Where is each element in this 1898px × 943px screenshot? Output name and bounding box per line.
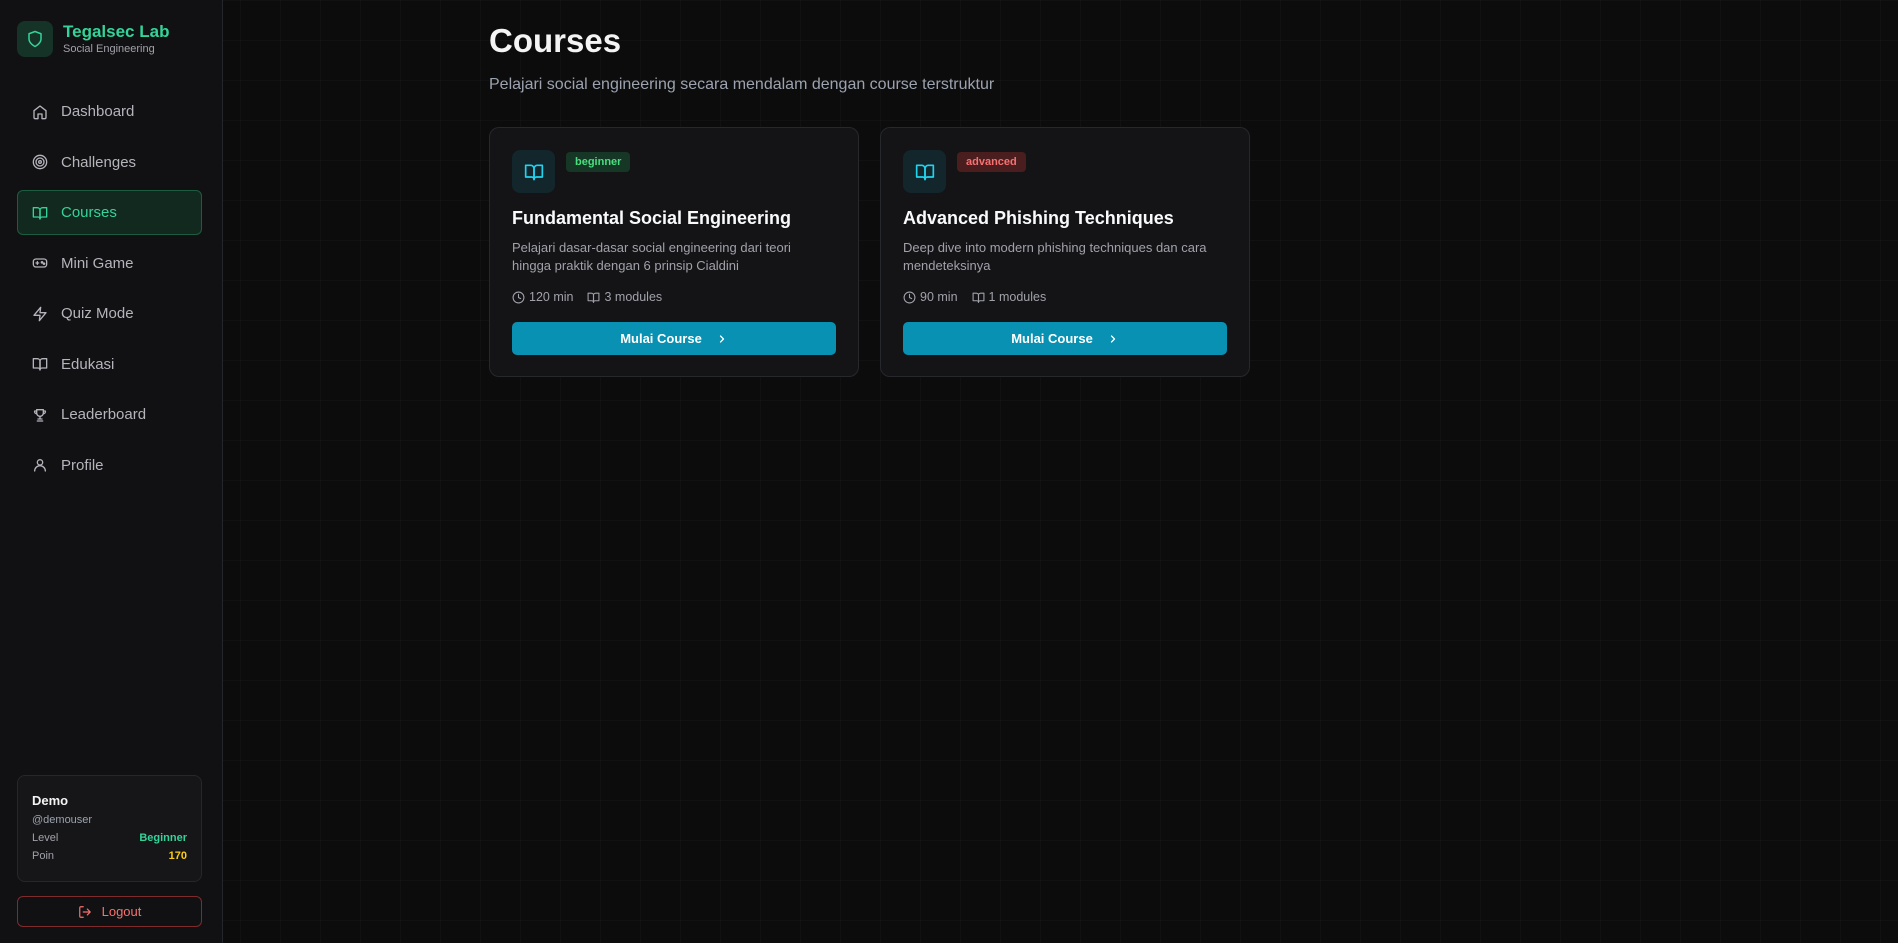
- brand-subtitle: Social Engineering: [63, 43, 155, 55]
- brand-title: Tegalsec Lab: [63, 22, 170, 41]
- book-open-icon: [972, 292, 984, 303]
- sidebar-item-label: Edukasi: [61, 355, 115, 373]
- course-meta: 90 min 1 modules: [903, 290, 1060, 304]
- sidebar-item-courses[interactable]: Courses: [17, 190, 202, 235]
- sidebar-item-label: Courses: [61, 204, 117, 221]
- user-icon: [34, 459, 46, 472]
- points-row: Poin 170: [32, 849, 187, 863]
- level-label: Level: [32, 832, 59, 844]
- course-card: beginner Fundamental Social Engineering …: [489, 127, 859, 377]
- course-title: Fundamental Social Engineering: [512, 208, 792, 228]
- book-open-icon: [588, 292, 600, 303]
- course-meta: 120 min 3 modules: [512, 290, 676, 304]
- modules-text: 3 modules: [604, 290, 663, 304]
- book-icon: [32, 358, 48, 371]
- sidebar-item-mini-game[interactable]: Mini Game: [17, 241, 202, 286]
- start-course-button[interactable]: Mulai Course: [903, 322, 1227, 355]
- brand[interactable]: Tegalsec Lab Social Engineering: [17, 21, 169, 57]
- modules: 1 modules: [972, 290, 1047, 304]
- duration: 120 min: [512, 290, 573, 304]
- points-label: Poin: [32, 850, 55, 862]
- sidebar-nav: Dashboard Challenges Courses Mini Game Q…: [17, 89, 202, 493]
- duration-text: 90 min: [920, 290, 958, 304]
- trophy-icon: [33, 408, 47, 422]
- user-handle: @demouser: [32, 814, 93, 826]
- sidebar-item-label: Mini Game: [61, 254, 134, 272]
- clock-icon: [903, 291, 916, 303]
- sidebar-item-dashboard[interactable]: Dashboard: [17, 89, 202, 134]
- course-description: Pelajari dasar-dasar social engineering …: [512, 240, 791, 273]
- start-course-button[interactable]: Mulai Course: [512, 322, 836, 355]
- page-title: Courses: [489, 22, 622, 59]
- level-row: Level Beginner: [32, 831, 187, 845]
- sidebar-item-challenges[interactable]: Challenges: [17, 140, 202, 185]
- sidebar-item-label: Quiz Mode: [61, 305, 134, 322]
- sidebar-item-label: Leaderboard: [61, 406, 147, 423]
- user-name: Demo: [32, 793, 69, 808]
- sidebar-item-leaderboard[interactable]: Leaderboard: [17, 392, 202, 437]
- chevron-right-icon: [1110, 334, 1115, 343]
- shield-icon: [17, 21, 53, 57]
- sidebar-item-edukasi[interactable]: Edukasi: [17, 342, 202, 387]
- target-icon: [32, 154, 48, 170]
- sidebar-item-label: Dashboard: [61, 103, 135, 120]
- start-course-label: Mulai Course: [620, 331, 702, 346]
- points-value: 170: [168, 850, 187, 862]
- course-description: Deep dive into modern phishing technique…: [903, 240, 1207, 273]
- duration: 90 min: [903, 290, 958, 304]
- difficulty-badge: beginner: [566, 152, 631, 172]
- duration-text: 120 min: [529, 290, 574, 304]
- book-open-icon: [32, 206, 48, 220]
- user-card: Demo @demouser Level Beginner Poin 170: [17, 775, 202, 882]
- gamepad-icon: [32, 258, 48, 268]
- logout-label: Logout: [101, 904, 142, 919]
- sidebar: Tegalsec Lab Social Engineering Dashboar…: [0, 0, 223, 943]
- chevron-right-icon: [719, 334, 724, 343]
- modules: 3 modules: [587, 290, 662, 304]
- sidebar-item-label: Profile: [61, 456, 104, 474]
- level-value: Beginner: [139, 832, 187, 844]
- home-icon: [33, 104, 47, 119]
- clock-icon: [512, 291, 525, 303]
- course-card: advanced Advanced Phishing Techniques De…: [880, 127, 1250, 377]
- book-open-icon: [903, 150, 946, 193]
- modules-text: 1 modules: [988, 290, 1047, 304]
- book-open-icon: [512, 150, 555, 193]
- sidebar-item-quiz-mode[interactable]: Quiz Mode: [17, 291, 202, 336]
- difficulty-badge: advanced: [957, 152, 1026, 172]
- course-title: Advanced Phishing Techniques: [903, 208, 1174, 228]
- logout-icon: [78, 905, 91, 918]
- start-course-label: Mulai Course: [1011, 331, 1093, 346]
- sidebar-item-label: Challenges: [61, 153, 137, 171]
- page-subtitle: Pelajari social engineering secara menda…: [489, 76, 995, 93]
- logout-button[interactable]: Logout: [17, 896, 202, 927]
- zap-icon: [33, 306, 47, 321]
- sidebar-item-profile[interactable]: Profile: [17, 443, 202, 488]
